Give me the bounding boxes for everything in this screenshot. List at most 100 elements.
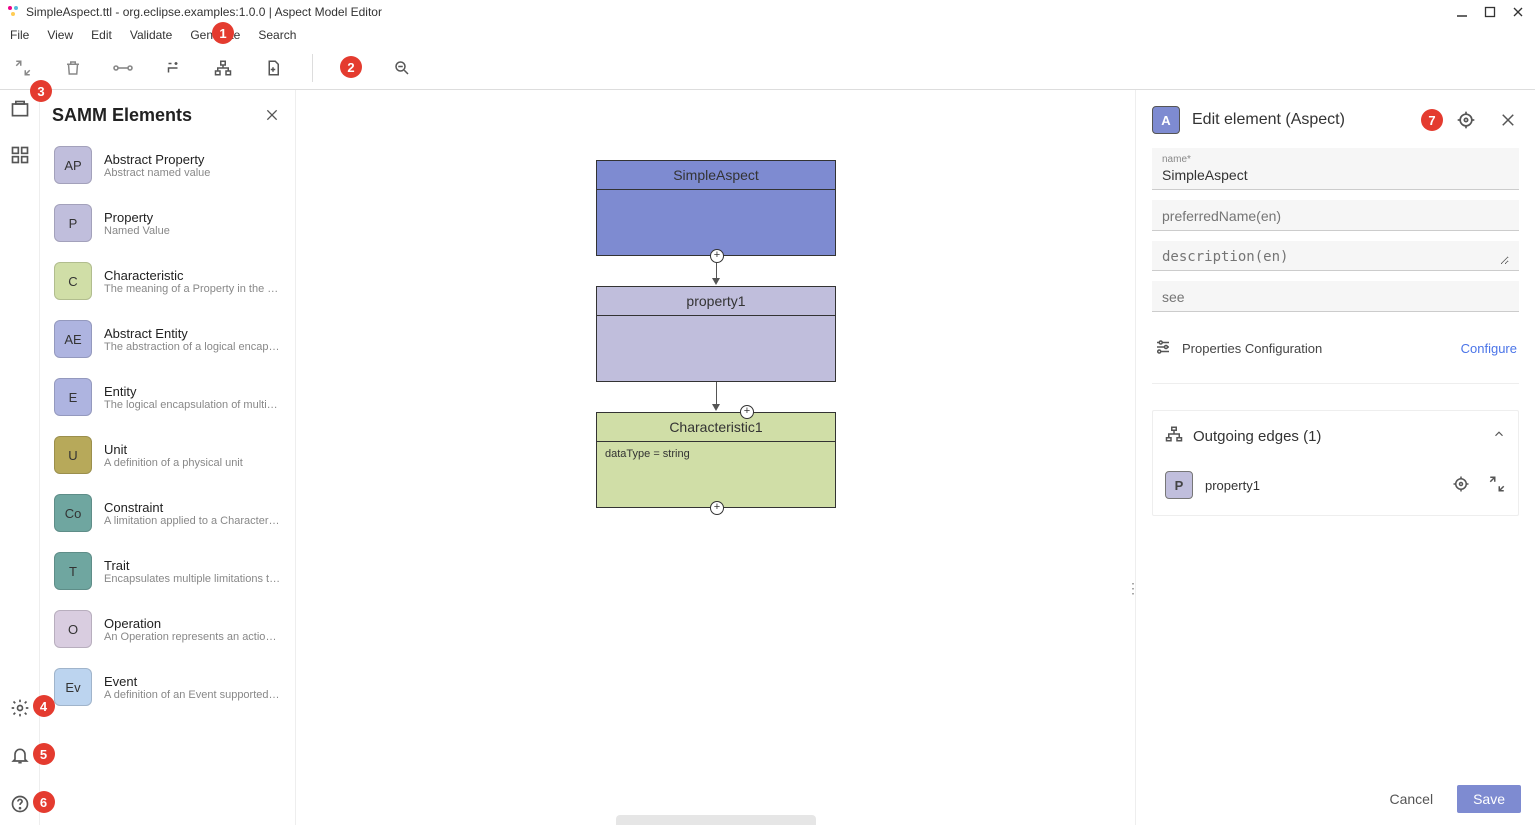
pal-desc: A definition of a physical unit <box>104 457 243 469</box>
menu-validate[interactable]: Validate <box>130 28 172 42</box>
left-iconbar: 3 4 5 6 <box>0 90 40 825</box>
document-icon[interactable] <box>262 57 284 79</box>
palette-title: SAMM Elements <box>52 105 192 126</box>
edge-line <box>716 263 717 279</box>
chevron-up-icon[interactable] <box>1492 427 1506 445</box>
outgoing-edges-panel: Outgoing edges (1) P property1 <box>1152 410 1519 516</box>
pal-icon: O <box>54 610 92 648</box>
pal-desc: A definition of an Event supported by th… <box>104 689 281 701</box>
pal-icon: Ev <box>54 668 92 706</box>
menu-edit[interactable]: Edit <box>91 28 112 42</box>
palette-item-p[interactable]: P Property Named Value <box>48 196 287 250</box>
canvas[interactable]: SimpleAspect property1 Characteristic1 d… <box>296 90 1135 825</box>
pal-icon: T <box>54 552 92 590</box>
canvas-scroll-handle[interactable] <box>616 815 816 825</box>
pal-label: Abstract Property <box>104 152 210 167</box>
locate-icon[interactable] <box>1455 109 1477 131</box>
palette-item-t[interactable]: T Trait Encapsulates multiple limitation… <box>48 544 287 598</box>
menu-view[interactable]: View <box>47 28 73 42</box>
pal-icon: C <box>54 262 92 300</box>
menu-search[interactable]: Search <box>258 28 296 42</box>
handle-bottom[interactable] <box>710 249 724 263</box>
minimize-button[interactable] <box>1455 5 1469 19</box>
pal-icon: U <box>54 436 92 474</box>
pal-label: Entity <box>104 384 281 399</box>
divider <box>1152 383 1519 384</box>
palette-item-co[interactable]: Co Constraint A limitation applied to a … <box>48 486 287 540</box>
pal-desc: The logical encapsulation of multiple va… <box>104 399 281 411</box>
name-field[interactable]: name* <box>1152 148 1519 190</box>
close-icon[interactable] <box>261 104 283 126</box>
palette-item-ae[interactable]: AE Abstract Entity The abstraction of a … <box>48 312 287 366</box>
pal-label: Property <box>104 210 170 225</box>
panel-title: Edit element (Aspect) <box>1192 111 1415 129</box>
preferredname-input[interactable] <box>1162 206 1509 226</box>
palette-item-c[interactable]: C Characteristic The meaning of a Proper… <box>48 254 287 308</box>
name-input[interactable] <box>1162 165 1509 185</box>
annotation-2: 2 <box>340 56 362 78</box>
cancel-button[interactable]: Cancel <box>1383 785 1439 813</box>
save-button[interactable]: Save <box>1457 785 1521 813</box>
delete-icon[interactable] <box>62 57 84 79</box>
annotation-4: 4 <box>33 695 55 717</box>
palette-item-u[interactable]: U Unit A definition of a physical unit <box>48 428 287 482</box>
pal-label: Event <box>104 674 281 689</box>
see-field[interactable] <box>1152 281 1519 312</box>
layout-icon[interactable] <box>212 57 234 79</box>
collapse-icon[interactable] <box>12 57 34 79</box>
edge-badge: P <box>1165 471 1193 499</box>
configure-link[interactable]: Configure <box>1461 341 1517 356</box>
palette-panel: SAMM Elements AP Abstract Property Abstr… <box>40 90 296 825</box>
node-char1[interactable]: Characteristic1 dataType = string <box>596 412 836 508</box>
maximize-button[interactable] <box>1483 5 1497 19</box>
edge-collapse-icon[interactable] <box>1488 475 1506 496</box>
props-config-label: Properties Configuration <box>1182 341 1322 356</box>
palette-item-o[interactable]: O Operation An Operation represents an a… <box>48 602 287 656</box>
edge-locate-icon[interactable] <box>1452 475 1470 496</box>
pal-desc: The abstraction of a logical encapsulati… <box>104 341 281 353</box>
pal-icon: AP <box>54 146 92 184</box>
pal-icon: E <box>54 378 92 416</box>
see-input[interactable] <box>1162 287 1509 307</box>
preferredname-field[interactable] <box>1152 200 1519 231</box>
close-panel-icon[interactable] <box>1497 109 1519 131</box>
close-button[interactable] <box>1511 5 1525 19</box>
workspace-icon[interactable] <box>9 98 31 120</box>
title-bar: SimpleAspect.ttl - org.eclipse.examples:… <box>0 0 1535 24</box>
pal-icon: Co <box>54 494 92 532</box>
node-body <box>597 190 835 240</box>
edges-title: Outgoing edges (1) <box>1193 428 1321 445</box>
description-field[interactable] <box>1152 241 1519 271</box>
menu-file[interactable]: File <box>10 28 29 42</box>
pal-label: Operation <box>104 616 281 631</box>
node-prop1[interactable]: property1 <box>596 286 836 382</box>
palette-item-ap[interactable]: AP Abstract Property Abstract named valu… <box>48 138 287 192</box>
node-aspect[interactable]: SimpleAspect <box>596 160 836 256</box>
pal-icon: AE <box>54 320 92 358</box>
pal-desc: Encapsulates multiple limitations to Cha… <box>104 573 281 585</box>
edge-arrow-icon <box>712 404 720 411</box>
palette-item-e[interactable]: E Entity The logical encapsulation of mu… <box>48 370 287 424</box>
zoom-out-icon[interactable] <box>391 57 413 79</box>
annotation-5: 5 <box>33 743 55 765</box>
help-icon[interactable] <box>9 793 31 815</box>
drag-dots-icon[interactable]: ⋮ <box>1126 580 1139 597</box>
details-panel: A Edit element (Aspect) 7 ⋮ name* <box>1135 90 1535 825</box>
grid-icon[interactable] <box>9 144 31 166</box>
pal-desc: An Operation represents an action that c… <box>104 631 281 643</box>
description-input[interactable] <box>1162 247 1509 265</box>
tune-icon <box>1154 338 1172 359</box>
gear-icon[interactable] <box>9 697 31 719</box>
handle-bottom[interactable] <box>710 501 724 515</box>
node-title: Characteristic1 <box>597 413 835 442</box>
add-node-icon[interactable] <box>162 57 184 79</box>
handle-top[interactable] <box>740 405 754 419</box>
edge-arrow-icon <box>712 278 720 285</box>
edges-header[interactable]: Outgoing edges (1) <box>1153 411 1518 461</box>
element-type-badge: A <box>1152 106 1180 134</box>
palette-item-ev[interactable]: Ev Event A definition of an Event suppor… <box>48 660 287 714</box>
bell-icon[interactable] <box>9 745 31 767</box>
connect-icon[interactable] <box>112 57 134 79</box>
node-title: property1 <box>597 287 835 316</box>
edge-item[interactable]: P property1 <box>1153 461 1518 515</box>
